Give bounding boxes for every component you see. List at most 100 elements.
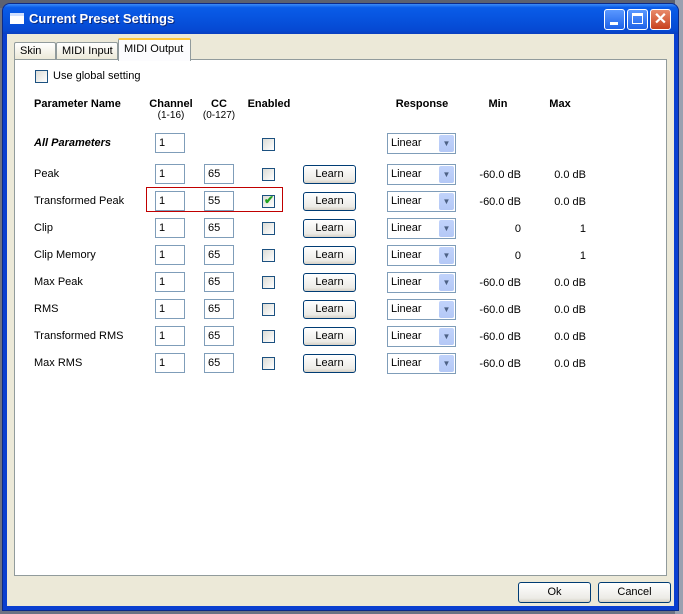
- all-parameters-enabled-checkbox[interactable]: [262, 138, 275, 151]
- ok-button[interactable]: Ok: [518, 582, 591, 603]
- learn-button[interactable]: Learn: [303, 246, 356, 265]
- enabled-checkbox[interactable]: [262, 249, 275, 262]
- channel-input[interactable]: [155, 353, 185, 373]
- chevron-down-icon: ▼: [439, 220, 454, 237]
- cc-input[interactable]: [204, 272, 234, 292]
- dialog-client: Skin MIDI Input MIDI Output Use global s…: [7, 34, 674, 606]
- enabled-checkbox[interactable]: [262, 357, 275, 370]
- header-parameter-name: Parameter Name: [34, 98, 121, 110]
- max-value: 0.0 dB: [554, 277, 586, 289]
- response-select[interactable]: Linear ▼: [387, 299, 456, 320]
- enabled-checkbox[interactable]: [262, 222, 275, 235]
- learn-button[interactable]: Learn: [303, 327, 356, 346]
- window-icon: [10, 13, 24, 24]
- channel-input[interactable]: [155, 191, 185, 211]
- response-select[interactable]: Linear ▼: [387, 272, 456, 293]
- enabled-checkbox[interactable]: [262, 168, 275, 181]
- max-value: 0.0 dB: [554, 196, 586, 208]
- header-cc: CC (0-127): [199, 98, 239, 121]
- enabled-checkbox[interactable]: [262, 330, 275, 343]
- max-value: 0.0 dB: [554, 169, 586, 181]
- chevron-down-icon: ▼: [439, 193, 454, 210]
- channel-input[interactable]: [155, 164, 185, 184]
- max-value: 1: [579, 223, 586, 235]
- window-title: Current Preset Settings: [29, 11, 175, 26]
- chevron-down-icon: ▼: [439, 274, 454, 291]
- learn-button[interactable]: Learn: [303, 273, 356, 292]
- preset-settings-dialog: Current Preset Settings ✕ Skin MIDI Inpu…: [3, 4, 678, 610]
- chevron-down-icon: ▼: [439, 328, 454, 345]
- minimize-button[interactable]: [604, 9, 625, 30]
- learn-button[interactable]: Learn: [303, 300, 356, 319]
- channel-input[interactable]: [155, 326, 185, 346]
- channel-input[interactable]: [155, 299, 185, 319]
- title-bar[interactable]: Current Preset Settings ✕: [3, 4, 678, 34]
- cc-input[interactable]: [204, 353, 234, 373]
- response-select[interactable]: Linear ▼: [387, 218, 456, 239]
- cc-input[interactable]: [204, 164, 234, 184]
- parameter-name: Clip Memory: [34, 249, 96, 261]
- parameter-name: RMS: [34, 303, 59, 315]
- use-global-setting-label: Use global setting: [53, 70, 141, 82]
- header-min: Min: [488, 98, 508, 110]
- tab-midi-output[interactable]: MIDI Output: [118, 38, 191, 61]
- cc-input[interactable]: [204, 326, 234, 346]
- close-button[interactable]: ✕: [650, 9, 671, 30]
- all-parameters-channel-input[interactable]: [155, 133, 185, 153]
- parameter-name: Clip: [34, 222, 53, 234]
- parameter-name: Transformed Peak: [34, 195, 125, 207]
- enabled-checkbox[interactable]: [262, 276, 275, 289]
- chevron-down-icon: ▼: [439, 355, 454, 372]
- enabled-checkbox[interactable]: [262, 303, 275, 316]
- cancel-button[interactable]: Cancel: [598, 582, 671, 603]
- chevron-down-icon: ▼: [439, 166, 454, 183]
- channel-input[interactable]: [155, 218, 185, 238]
- cc-input[interactable]: [204, 299, 234, 319]
- learn-button[interactable]: Learn: [303, 354, 356, 373]
- max-value: 0.0 dB: [554, 331, 586, 343]
- header-enabled: Enabled: [247, 98, 291, 110]
- chevron-down-icon: ▼: [439, 301, 454, 318]
- all-parameters-label: All Parameters: [34, 137, 112, 149]
- response-select[interactable]: Linear ▼: [387, 164, 456, 185]
- cc-input[interactable]: [204, 218, 234, 238]
- response-select[interactable]: Linear ▼: [387, 191, 456, 212]
- response-value: Linear: [391, 276, 422, 288]
- response-select[interactable]: Linear ▼: [387, 353, 456, 374]
- header-channel: Channel (1-16): [143, 98, 199, 121]
- cc-input[interactable]: [204, 245, 234, 265]
- response-select[interactable]: Linear ▼: [387, 245, 456, 266]
- response-select[interactable]: Linear ▼: [387, 326, 456, 347]
- header-response: Response: [395, 98, 449, 110]
- channel-input[interactable]: [155, 272, 185, 292]
- learn-button[interactable]: Learn: [303, 165, 356, 184]
- parameter-name: Max Peak: [34, 276, 83, 288]
- close-icon: ✕: [653, 11, 668, 28]
- min-value: 0: [514, 223, 521, 235]
- max-value: 0.0 dB: [554, 358, 586, 370]
- tab-midi-input[interactable]: MIDI Input: [56, 42, 118, 59]
- parameter-name: Transformed RMS: [34, 330, 124, 342]
- all-parameters-response-select[interactable]: Linear ▼: [387, 133, 456, 154]
- channel-input[interactable]: [155, 245, 185, 265]
- learn-button[interactable]: Learn: [303, 192, 356, 211]
- chevron-down-icon: ▼: [439, 135, 454, 152]
- maximize-button[interactable]: [627, 9, 648, 30]
- min-value: -60.0 dB: [479, 196, 521, 208]
- enabled-checkbox[interactable]: ✔: [262, 193, 275, 208]
- response-value: Linear: [391, 195, 422, 207]
- response-value: Linear: [391, 249, 422, 261]
- midi-output-panel: Use global setting Parameter Name Channe…: [14, 59, 667, 576]
- min-value: 0: [514, 250, 521, 262]
- cc-input[interactable]: [204, 191, 234, 211]
- maximize-icon: [632, 13, 643, 24]
- parameter-name: Peak: [34, 168, 60, 180]
- parameter-name: Max RMS: [34, 357, 83, 369]
- use-global-setting-checkbox[interactable]: [35, 70, 48, 83]
- header-cc-range: (0-127): [202, 110, 236, 121]
- learn-button[interactable]: Learn: [303, 219, 356, 238]
- response-value: Linear: [391, 222, 422, 234]
- tab-skin[interactable]: Skin: [14, 42, 56, 59]
- checkmark-icon: ✔: [264, 193, 275, 207]
- minimize-icon: [610, 22, 618, 25]
